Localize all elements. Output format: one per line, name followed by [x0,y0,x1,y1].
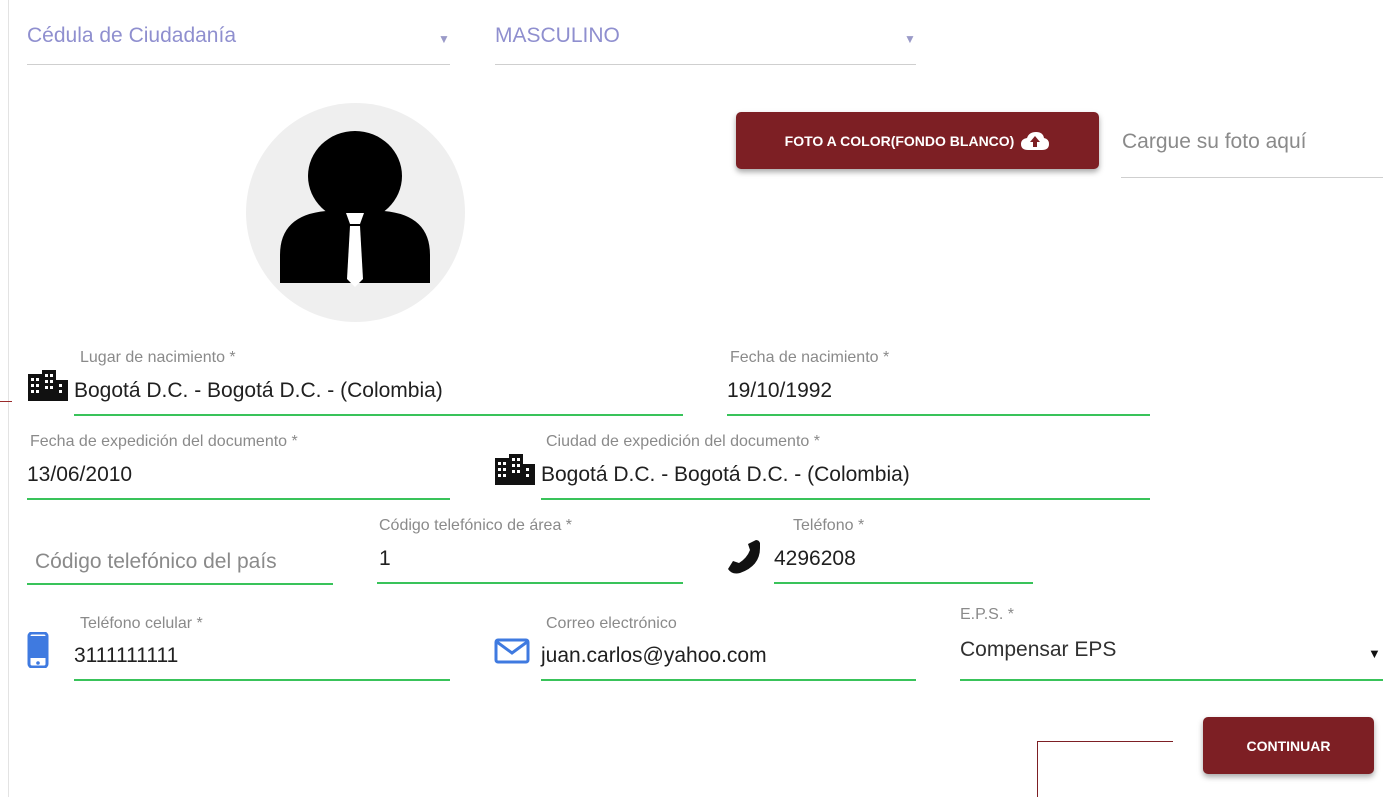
phone-icon [726,539,762,575]
left-border [8,0,9,797]
phone-input[interactable]: 4296208 [774,544,1033,584]
upload-photo-button-label: FOTO A COLOR(FONDO BLANCO) [784,132,1015,149]
gender-value: MASCULINO [495,24,620,47]
email-underline [541,679,916,681]
eps-label: E.P.S. * [960,606,1014,623]
email-label: Correo electrónico [546,615,677,632]
gender-select[interactable]: MASCULINO ▼ [495,20,916,66]
issue-city-input[interactable]: Bogotá D.C. - Bogotá D.C. - (Colombia) [541,460,1150,500]
country-code-input[interactable]: Código telefónico del país [27,545,333,585]
area-code-input[interactable]: 1 [377,544,683,584]
issue-date-value: 13/06/2010 [27,463,133,486]
issue-date-underline [27,498,450,500]
eps-value: Compensar EPS [960,638,1117,661]
issue-city-underline [541,498,1150,500]
phone-label: Teléfono * [793,517,865,534]
photo-upload-placeholder: Cargue su foto aquí [1122,130,1307,153]
birth-date-input[interactable]: 19/10/1992 [727,376,1150,416]
city-icon [27,369,69,401]
triangle-down-icon: ▼ [904,32,916,46]
person-with-tie-icon [280,131,430,287]
mobile-underline [74,679,450,681]
gender-label-fragment [496,0,576,2]
envelope-icon [494,638,530,664]
mobile-phone-icon [27,632,49,668]
callout-line [1037,741,1038,797]
issue-city-value: Bogotá D.C. - Bogotá D.C. - (Colombia) [541,463,910,486]
phone-underline [774,582,1033,584]
avatar [246,103,465,322]
upload-photo-button[interactable]: FOTO A COLOR(FONDO BLANCO) [736,112,1099,169]
gender-underline [495,64,916,65]
email-value: juan.carlos@yahoo.com [541,644,767,667]
city-icon [494,453,536,485]
area-code-label: Código telefónico de área * [379,517,573,534]
callout-line [1037,741,1173,742]
area-code-underline [377,582,683,584]
photo-upload-underline [1121,177,1383,178]
cloud-upload-icon [1020,131,1050,151]
birth-place-value: Bogotá D.C. - Bogotá D.C. - (Colombia) [74,379,443,402]
birth-date-underline [727,414,1150,416]
phone-value: 4296208 [774,547,856,570]
birth-place-label: Lugar de nacimiento * [80,349,236,366]
issue-date-input[interactable]: 13/06/2010 [27,460,450,500]
annotation-tick [0,401,12,402]
mobile-value: 3111111111 [74,644,179,667]
area-code-value: 1 [379,547,391,570]
triangle-down-icon: ▼ [438,32,450,46]
eps-underline [960,679,1383,681]
mobile-label: Teléfono celular * [80,615,203,632]
birth-date-value: 19/10/1992 [727,379,833,402]
document-type-label-fragment [40,0,200,2]
document-type-underline [27,64,450,65]
continue-button[interactable]: CONTINUAR [1203,717,1374,774]
email-input[interactable]: juan.carlos@yahoo.com [541,641,916,681]
country-code-placeholder: Código telefónico del país [35,550,277,573]
document-type-value: Cédula de Ciudadanía [27,24,236,47]
eps-select[interactable]: Compensar EPS ▼ [960,632,1383,682]
triangle-down-icon: ▼ [1368,646,1381,661]
issue-date-label: Fecha de expedición del documento * [30,433,298,450]
country-code-underline [27,583,333,585]
issue-city-label: Ciudad de expedición del documento * [546,433,820,450]
birth-place-input[interactable]: Bogotá D.C. - Bogotá D.C. - (Colombia) [74,376,683,416]
birth-place-underline [74,414,683,416]
continue-button-label: CONTINUAR [1246,737,1331,754]
birth-date-label: Fecha de nacimiento * [730,349,890,366]
photo-upload-field[interactable]: Cargue su foto aquí [1121,126,1383,178]
mobile-input[interactable]: 3111111111 [74,641,450,681]
document-type-select[interactable]: Cédula de Ciudadanía ▼ [27,20,450,66]
